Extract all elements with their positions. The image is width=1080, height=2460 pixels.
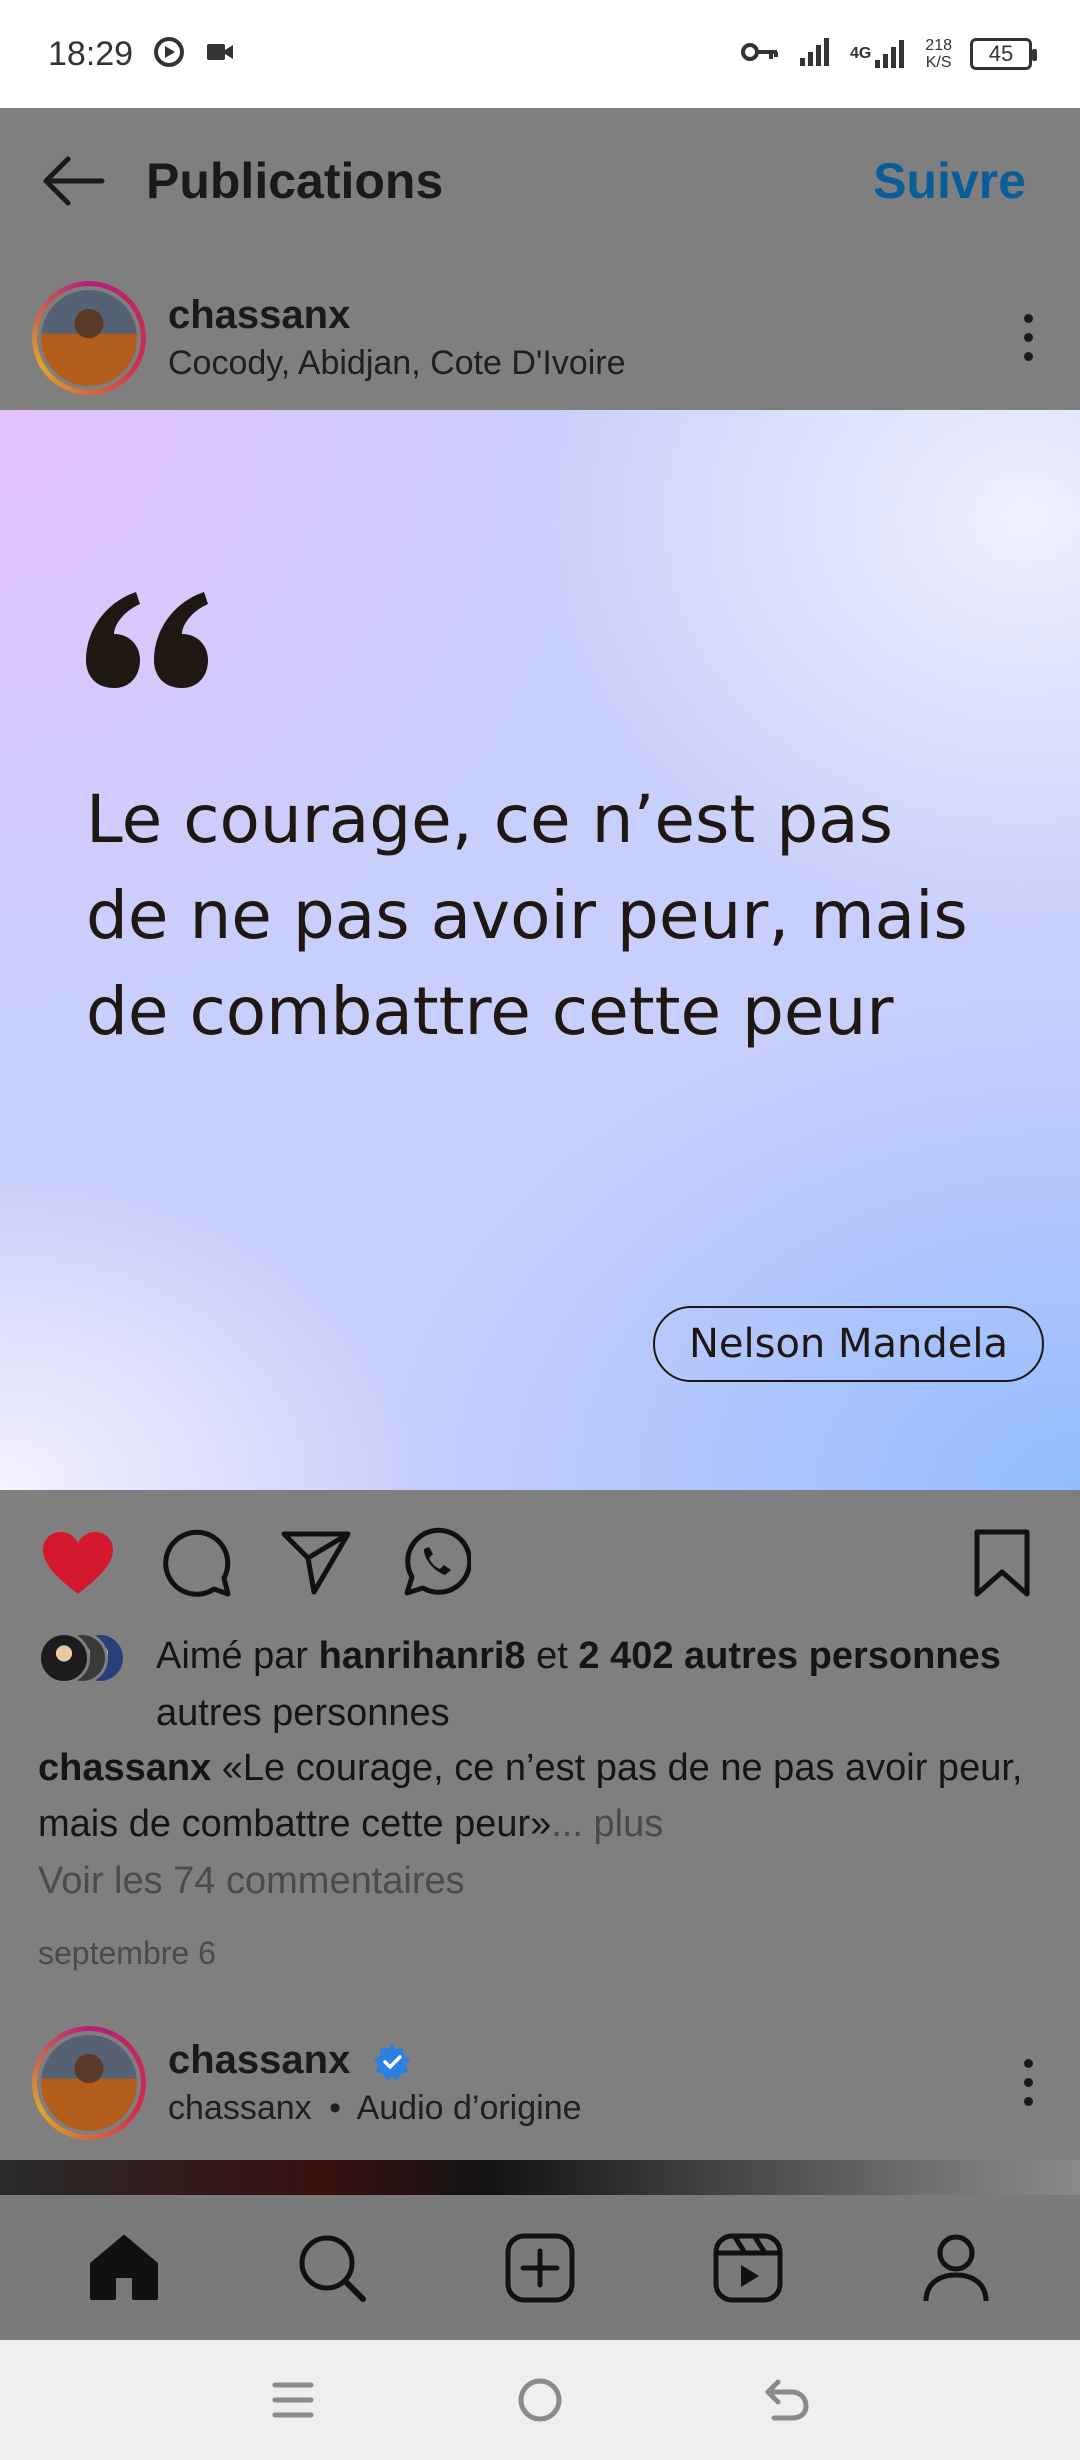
- add-square-icon: [505, 2233, 575, 2302]
- next-post-subtitle: chassanx • Audio d’origine: [168, 2089, 582, 2128]
- nav-profile[interactable]: [906, 2218, 1006, 2318]
- next-post-author: chassanx chassanx • Audio d’origine: [168, 2038, 582, 2128]
- whatsapp-icon: [404, 1527, 471, 1595]
- menu-icon: [272, 2382, 314, 2418]
- post-username[interactable]: chassanx: [168, 293, 626, 338]
- separator: •: [329, 2088, 341, 2127]
- likes-text: Aimé par hanrihanri8 et 2 402 autres per…: [38, 1628, 1048, 1742]
- battery-level: 45: [988, 41, 1014, 66]
- post-actions: [0, 1490, 1080, 1635]
- likes-summary[interactable]: Aimé par hanrihanri8 et 2 402 autres per…: [38, 1628, 1048, 1742]
- likes-suffix: autres personnes: [156, 1692, 450, 1734]
- post-location[interactable]: Cocody, Abidjan, Cote D'Ivoire: [168, 344, 626, 383]
- video-notification-icon: [205, 40, 235, 69]
- avatar-image: [37, 285, 141, 390]
- bottom-nav: [0, 2195, 1080, 2340]
- verified-badge-icon: [374, 2043, 411, 2080]
- liker-avatar: [38, 1632, 90, 1684]
- status-bar: 18:29 4G 218 K/S 45: [0, 0, 1080, 108]
- likes-mid: et: [525, 1635, 579, 1677]
- bookmark-icon: [974, 1529, 1030, 1596]
- nav-home[interactable]: [74, 2218, 174, 2318]
- next-post-header: chassanx chassanx • Audio d’origine: [0, 2010, 1080, 2155]
- network-type: 4G: [849, 45, 872, 62]
- home-button[interactable]: [500, 2360, 580, 2440]
- speed-value: 218: [925, 37, 952, 54]
- nav-create[interactable]: [490, 2218, 590, 2318]
- recent-apps-button[interactable]: [253, 2360, 333, 2440]
- nav-search[interactable]: [282, 2218, 382, 2318]
- more-dot: [1023, 2078, 1033, 2087]
- likes-prefix: Aimé par: [156, 1635, 319, 1677]
- circle-icon: [518, 2378, 562, 2422]
- reels-icon: [713, 2233, 783, 2302]
- next-post-username[interactable]: chassanx: [168, 2038, 350, 2082]
- page-title: Publications: [146, 152, 444, 209]
- profile-icon: [923, 2234, 989, 2301]
- speed-unit: K/S: [925, 54, 952, 71]
- post-date: septembre 6: [38, 1935, 216, 1971]
- view-comments-link[interactable]: Voir les 74 commentaires: [38, 1860, 465, 1903]
- nav-reels[interactable]: [698, 2218, 798, 2318]
- home-icon: [90, 2234, 158, 2300]
- quote-text: Le courage, ce n’est pas de ne pas avoir…: [86, 781, 968, 1050]
- signal-icon: [798, 36, 832, 73]
- app-header: Publications Suivre: [0, 108, 1080, 253]
- play-notification-icon: [153, 36, 185, 73]
- whatsapp-share-button[interactable]: [395, 1523, 475, 1603]
- status-time: 18:29: [48, 34, 134, 73]
- avatar[interactable]: [32, 2025, 146, 2140]
- like-button[interactable]: [38, 1523, 118, 1603]
- more-dot: [1023, 333, 1033, 342]
- audio-link[interactable]: Audio d’origine: [357, 2089, 582, 2127]
- send-icon: [281, 1531, 351, 1594]
- status-right: 4G 218 K/S 45: [740, 36, 1037, 73]
- avatar[interactable]: [32, 280, 146, 395]
- more-dot: [1023, 2059, 1033, 2068]
- more-dot: [1023, 352, 1033, 361]
- status-left: 18:29: [48, 35, 235, 74]
- follow-button[interactable]: Suivre: [873, 152, 1026, 210]
- quote-author: Nelson Mandela: [652, 1306, 1044, 1382]
- next-post-username-row: chassanx: [168, 2038, 582, 2083]
- comment-icon: [163, 1529, 231, 1597]
- likes-count[interactable]: 2 402 autres personnes: [578, 1635, 1000, 1677]
- back-nav-button[interactable]: [747, 2360, 827, 2440]
- arrow-left-icon: [43, 156, 105, 205]
- more-dot: [1023, 314, 1033, 323]
- post-author: chassanx Cocody, Abidjan, Cote D'Ivoire: [168, 293, 626, 383]
- quote-mark-icon: [86, 592, 208, 688]
- more-dot: [1023, 2097, 1033, 2106]
- comment-button[interactable]: [157, 1523, 237, 1603]
- more-options-button[interactable]: [1008, 314, 1048, 361]
- vpn-key-icon: [740, 40, 780, 69]
- post-caption[interactable]: chassanx «Le courage, ce n’est pas de ne…: [38, 1740, 1048, 1852]
- save-button[interactable]: [962, 1523, 1042, 1603]
- system-nav-bar: [0, 2340, 1080, 2460]
- next-post-subuser[interactable]: chassanx: [168, 2089, 312, 2127]
- back-arrow-icon: [765, 2379, 809, 2421]
- share-button[interactable]: [276, 1523, 356, 1603]
- network-speed: 218 K/S: [925, 37, 952, 71]
- post-image[interactable]: Le courage, ce n’est pas de ne pas avoir…: [0, 410, 1080, 1490]
- liker-avatars: [38, 1632, 148, 1688]
- avatar-image: [37, 2030, 141, 2135]
- next-post-media-preview[interactable]: [0, 2160, 1080, 2195]
- caption-more-link[interactable]: ... plus: [551, 1803, 663, 1845]
- back-button[interactable]: [36, 145, 108, 217]
- caption-username[interactable]: chassanx: [38, 1747, 211, 1789]
- battery-icon: 45: [970, 38, 1037, 70]
- more-options-button[interactable]: [1008, 2059, 1048, 2106]
- liker-username[interactable]: hanrihanri8: [319, 1635, 526, 1677]
- signal-4g-icon: 4G: [850, 38, 907, 70]
- search-icon: [299, 2235, 366, 2302]
- heart-icon: [43, 1531, 113, 1594]
- post-header: chassanx Cocody, Abidjan, Cote D'Ivoire: [0, 265, 1080, 410]
